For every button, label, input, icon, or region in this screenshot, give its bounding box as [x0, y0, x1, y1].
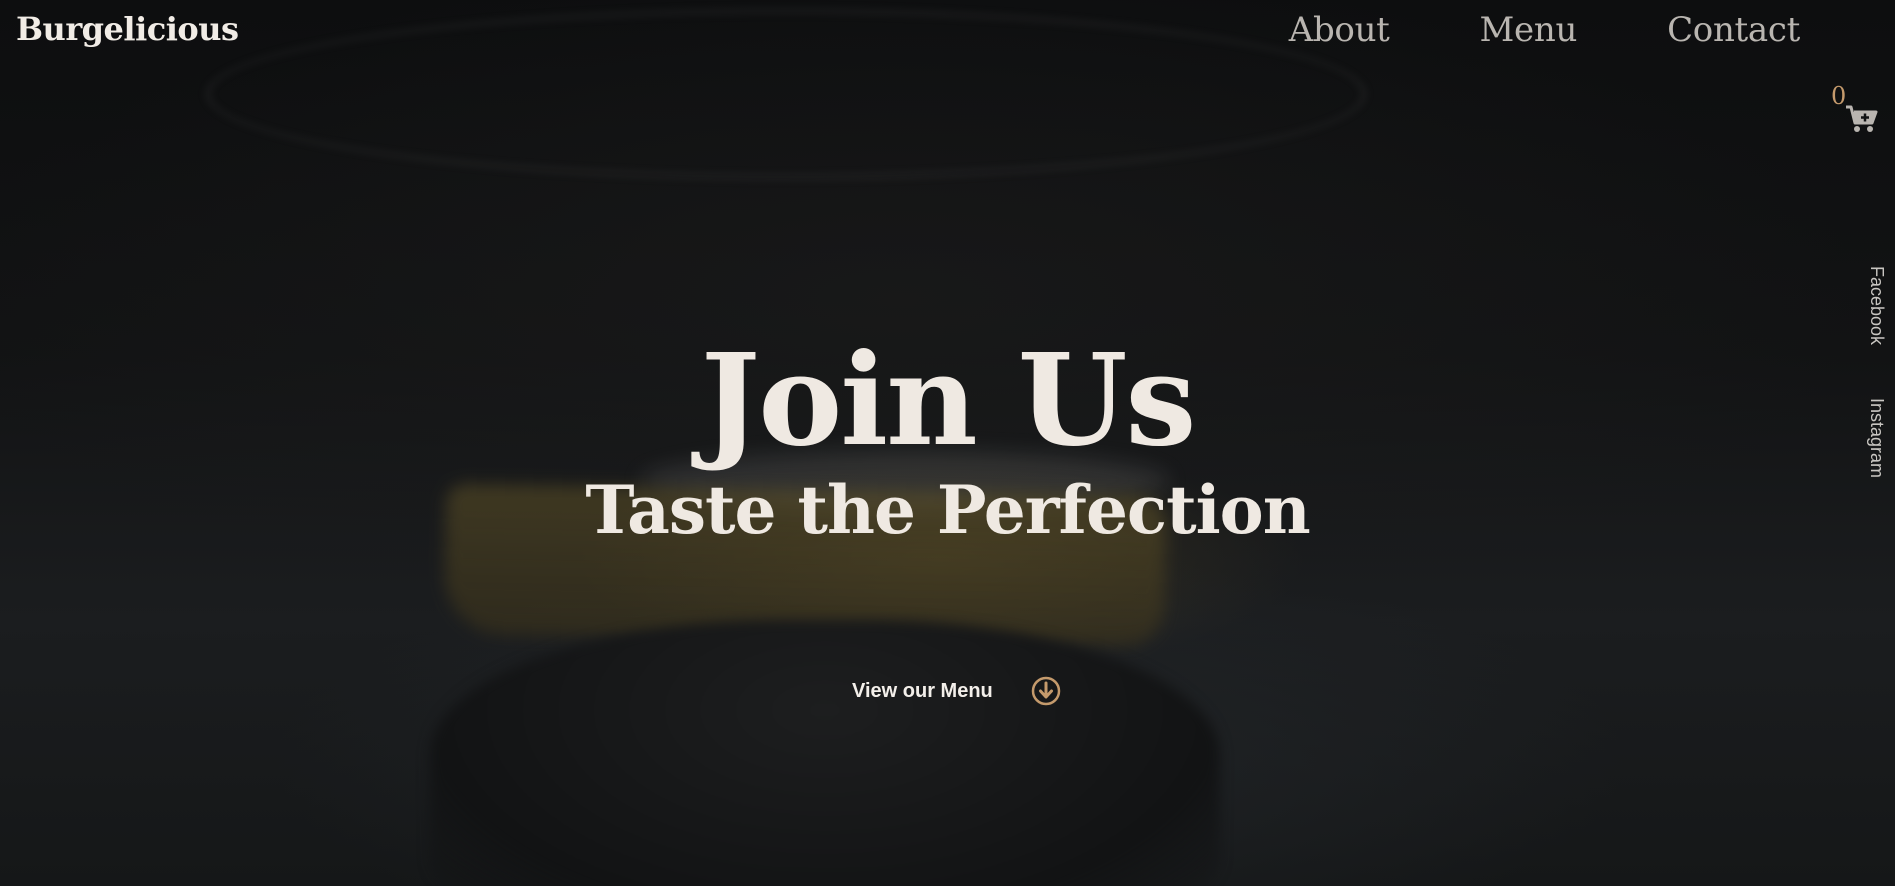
- hero-page: Burgelicious About Menu Contact 0 Facebo…: [0, 0, 1895, 886]
- cart-plus-icon: [1846, 105, 1878, 132]
- hero-subtitle: Taste the Perfection: [585, 471, 1310, 549]
- nav-link-menu[interactable]: Menu: [1480, 10, 1578, 50]
- view-menu-button[interactable]: View our Menu: [852, 676, 1061, 706]
- cart-count: 0: [1831, 82, 1847, 110]
- view-menu-label: View our Menu: [852, 679, 993, 702]
- main-nav: About Menu Contact: [1289, 10, 1801, 50]
- brand-logo[interactable]: Burgelicious: [16, 10, 239, 48]
- cart-button[interactable]: 0: [1821, 82, 1881, 142]
- background-burger-bun: [430, 620, 1220, 886]
- nav-link-about[interactable]: About: [1289, 10, 1390, 50]
- arrow-down-circle-icon: [1031, 676, 1061, 706]
- background-pan-ring: [205, 8, 1367, 180]
- hero-title: Join Us: [700, 326, 1197, 474]
- nav-link-contact[interactable]: Contact: [1667, 10, 1800, 50]
- hero-text: Join Us Taste the Perfection: [0, 330, 1895, 550]
